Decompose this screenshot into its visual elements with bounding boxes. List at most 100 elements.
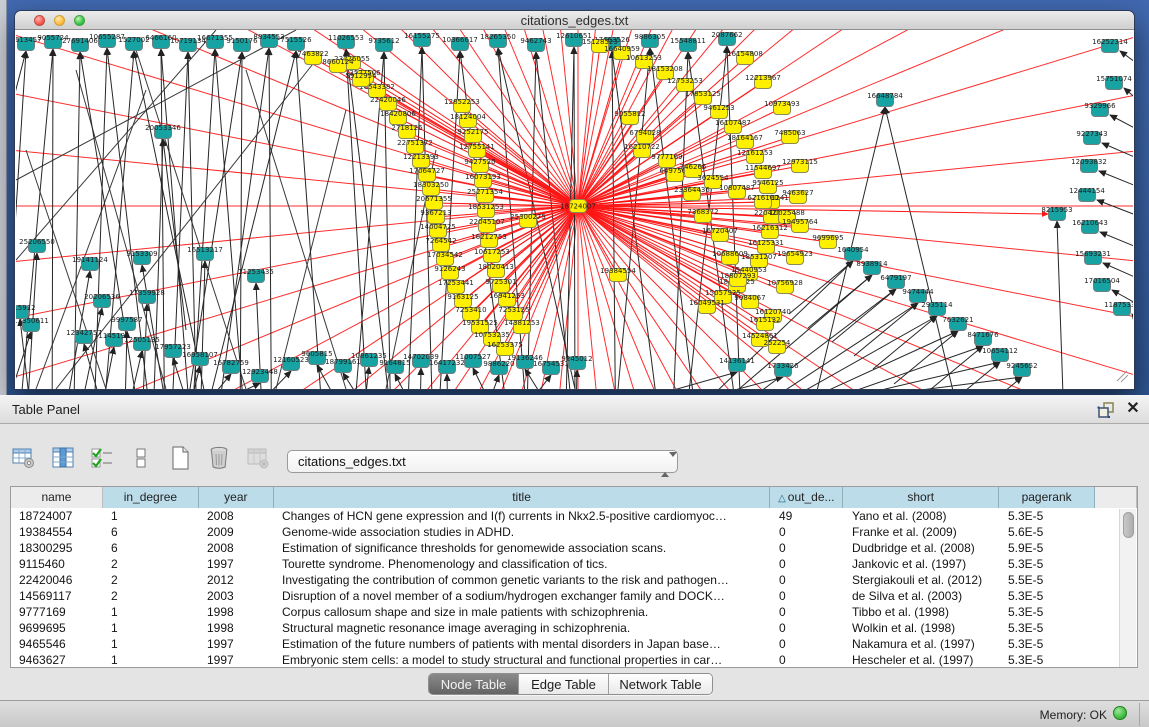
table-type-segmented-control: Node TableEdge TableNetwork Table [428,673,713,695]
column-header-out-de-[interactable]: △out_de... [770,487,843,508]
table-cell: Wolkin et al. (1998) [844,620,1000,636]
float-panel-icon[interactable] [1096,401,1118,419]
black-edge [194,49,215,389]
table-row[interactable]: 911546021997Tourette syndrome. Phenomeno… [11,556,1137,572]
table-cell: 0 [771,588,844,604]
network-view-canvas[interactable]: 9613457905572427691406106552871527002646… [16,30,1133,389]
table-row[interactable]: 2242004622012Investigating the contribut… [11,572,1137,588]
graph-node-label: 16720407 [702,227,738,235]
black-edge [958,377,1022,389]
table-cell: 9115460 [11,556,103,572]
table-row[interactable]: 1830029562008Estimation of significance … [11,540,1137,556]
table-settings-icon[interactable] [10,445,38,471]
desktop-background: citations_edges.txt 96134579055724276914… [0,0,1149,395]
table-cell: 5.3E-5 [1000,620,1096,636]
black-edge [492,375,499,389]
column-header-name[interactable]: name [11,487,103,508]
graph-node-label: 16252314 [1092,38,1128,46]
table-cell: Yano et al. (2008) [844,508,1000,524]
graph-node-label: 16958107 [182,351,218,359]
column-header-title[interactable]: title [274,487,771,508]
table-row[interactable]: 969969511998Structural magnetic resonanc… [11,620,1137,636]
table-selector-dropdown[interactable]: citations_edges.txt [287,450,678,473]
vertical-scrollbar[interactable] [1119,509,1136,667]
memory-status-indicator[interactable] [1113,706,1127,720]
new-table-icon[interactable] [166,445,194,471]
column-header-pagerank[interactable]: pagerank [999,487,1095,508]
table-cell: 1 [103,636,199,652]
table-cell: 5.6E-5 [1000,524,1096,540]
table-row[interactable]: 946362711997Embryonic stem cells: a mode… [11,652,1137,668]
table-cell: 0 [771,556,844,572]
delete-table-icon[interactable] [205,445,233,471]
table-cell: 1997 [199,636,274,652]
graph-node-label: 16640959 [604,45,640,53]
black-edge [346,49,366,389]
table-row[interactable]: 1456911722003Disruption of a novel membe… [11,588,1137,604]
graph-node-label: 16107487 [715,119,751,127]
row-height-icon[interactable] [127,445,155,471]
graph-node-label: 11544697 [745,164,781,172]
graph-node-label: 17253441 [438,279,474,287]
graph-node-label: 2087662 [711,31,742,39]
graph-node-label: 1615132 [749,316,780,324]
panel-title: Table Panel [12,402,80,417]
table-cell: Estimation of the future numbers of pati… [274,636,771,652]
black-edge [727,46,740,389]
graph-node-label: 18153208 [647,65,683,73]
black-edge [296,51,321,389]
black-edge [276,110,346,389]
dropdown-stepper-icon [661,454,671,470]
table-cell: 1 [103,652,199,668]
graph-node-label: 16210722 [624,143,660,151]
tab-network-table[interactable]: Network Table [609,674,712,694]
network-window[interactable]: citations_edges.txt 96134579055724276914… [14,10,1135,390]
column-header-short[interactable]: short [843,487,999,508]
import-table-disabled-icon [244,445,272,471]
graph-node-label: 12213967 [745,74,781,82]
graph-node-label: 9997587 [111,316,142,324]
table-cell: 2008 [199,540,274,556]
graph-node-label: 12852253 [444,98,480,106]
graph-node-label: 6794028 [629,129,660,137]
graph-node-label: 19141124 [72,256,108,264]
table-row[interactable]: 946554611997Estimation of the future num… [11,636,1137,652]
graph-node-label: 8660124 [322,58,354,66]
black-edge [936,362,1000,389]
graph-node-label: 14381253 [504,319,540,327]
column-header-year[interactable]: year [199,487,274,508]
graph-node-label: 19384554 [600,267,636,275]
graph-node-label: 18164167 [727,134,763,142]
tab-node-table[interactable]: Node Table [429,674,519,694]
table-row[interactable]: 1872400712008Changes of HCN gene express… [11,508,1137,524]
table-row[interactable]: 1938455462009Genome-wide association stu… [11,524,1137,540]
close-panel-icon[interactable]: ✕ [1124,400,1142,418]
table-cell: 1 [103,508,199,524]
graph-node-label: 16125331 [748,239,784,247]
window-titlebar[interactable]: citations_edges.txt [15,11,1134,30]
black-edge [16,51,26,389]
column-header-in-degree[interactable]: in_degree [103,487,199,508]
select-columns-icon[interactable] [49,445,77,471]
table-cell: 6 [103,540,199,556]
graph-node-label: 12161253 [737,149,773,157]
graph-node-label: 16120740 [755,308,791,316]
select-rows-icon[interactable] [88,445,116,471]
table-panel: Table Panel ✕ [0,395,1149,727]
scrollbar-thumb[interactable] [1123,512,1134,538]
table-cell: 9777169 [11,604,103,620]
graph-node-label: 10613253 [626,54,662,62]
table-cell: 22420046 [11,572,103,588]
table-cell: Stergiakouli et al. (2012) [844,572,1000,588]
graph-node-label: 16513217 [187,246,223,254]
table-row[interactable]: 977716911998Corpus callosum shape and si… [11,604,1137,620]
table-header-row: namein_degreeyeartitle△out_de...shortpag… [11,487,1137,508]
table-cell: Tourette syndrome. Phenomenology and cla… [274,556,771,572]
memory-status-label: Memory: OK [1040,708,1107,722]
black-edge [885,107,954,389]
table-cell: 18300295 [11,540,103,556]
graph-node-label: 7485063 [774,129,805,137]
tab-edge-table[interactable]: Edge Table [519,674,609,694]
table-panel-header[interactable]: Table Panel ✕ [0,395,1149,424]
table-cell: Corpus callosum shape and size in male p… [274,604,771,620]
